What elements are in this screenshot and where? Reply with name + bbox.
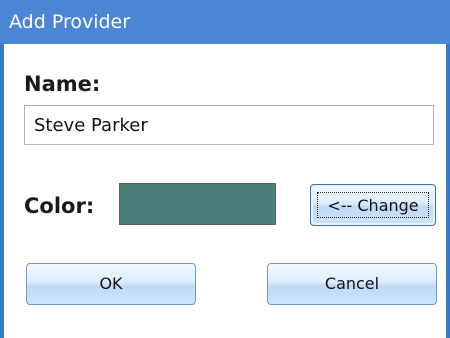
color-swatch [119,183,276,225]
cancel-button[interactable]: Cancel [267,263,437,305]
change-color-button-label: <-- Change [317,192,429,218]
dialog-window: Add Provider Name: Color: <-- Change OK … [0,0,450,338]
dialog-title: Add Provider [9,11,131,33]
change-color-button[interactable]: <-- Change [310,184,436,226]
ok-button[interactable]: OK [26,263,196,305]
name-label: Name: [24,72,101,96]
title-bar[interactable]: Add Provider [0,0,450,44]
color-label: Color: [24,194,95,218]
name-input[interactable] [24,105,434,145]
